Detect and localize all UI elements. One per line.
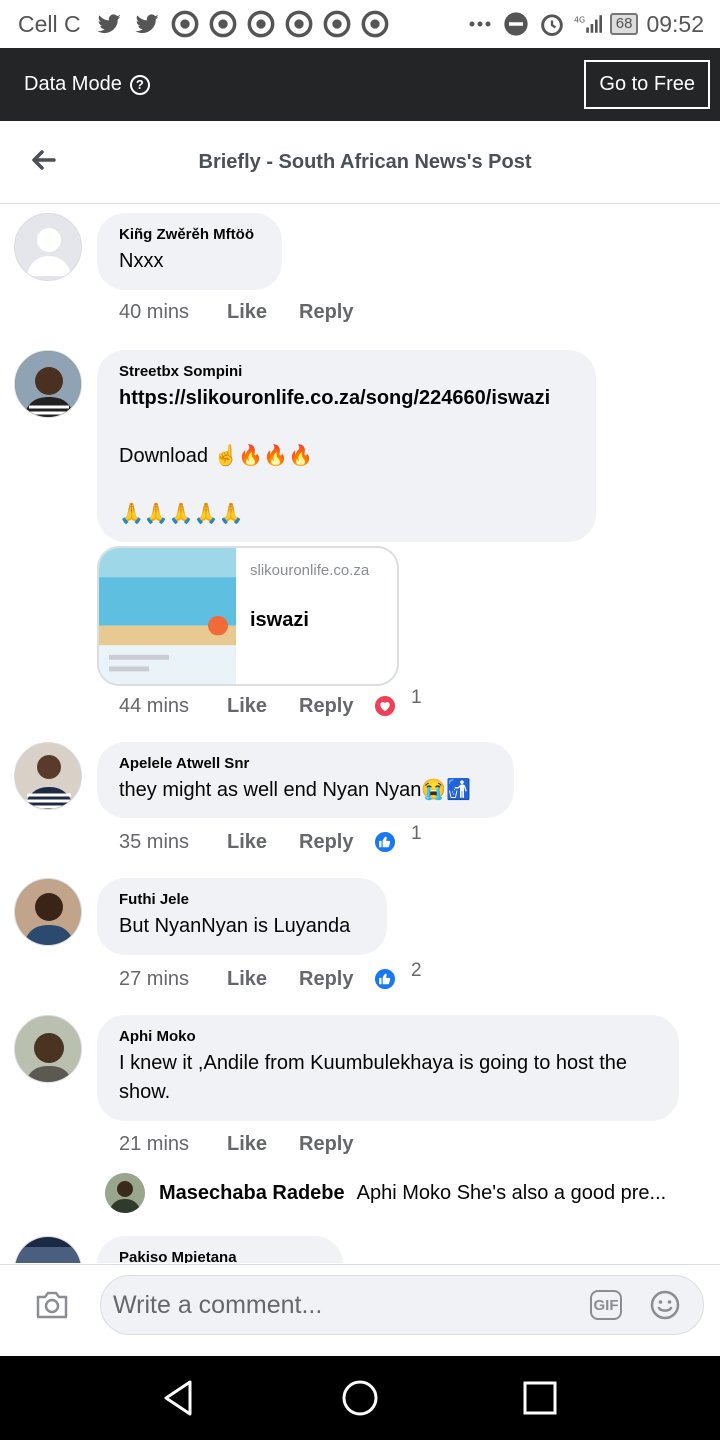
avatar[interactable] [14, 1015, 82, 1083]
page-title: Briefly - South African News's Post [198, 150, 532, 173]
home-circle-icon[interactable] [340, 1378, 380, 1418]
like-button[interactable]: Like [227, 831, 299, 854]
recent-apps-square-icon[interactable] [520, 1378, 560, 1418]
chrome-icon [285, 10, 313, 38]
like-button[interactable]: Like [227, 968, 299, 991]
user-photo-icon [15, 1237, 81, 1263]
comment-time: 40 mins [119, 301, 190, 323]
comment-text: they might as well end Nyan Nyan😭🚮 [119, 779, 472, 801]
twitter-icon [96, 14, 121, 34]
reaction-count[interactable]: 1 [411, 687, 422, 709]
user-photo-icon [15, 879, 81, 945]
comment-author[interactable]: Pakiso Mpietana [119, 1249, 321, 1263]
comment-author[interactable]: Apelele Atwell Snr [119, 755, 492, 772]
comment-time: 21 mins [119, 1133, 190, 1155]
chrome-icon [171, 10, 199, 38]
comment-bubble[interactable]: Streetbx Sompini https://slikouronlife.c… [97, 350, 596, 542]
link-thumbnail [99, 548, 236, 684]
post-header: Briefly - South African News's Post [0, 121, 720, 204]
like-button[interactable]: Like [227, 301, 299, 324]
comment-author[interactable]: Futhi Jele [119, 891, 365, 908]
go-to-free-button[interactable]: Go to Free [584, 60, 710, 109]
like-button[interactable]: Like [227, 1133, 299, 1156]
avatar[interactable] [14, 213, 82, 281]
arrow-left-icon[interactable] [28, 145, 58, 175]
more-dots-icon [469, 21, 491, 27]
twitter-icon [134, 14, 159, 34]
status-bar: Cell C 4G 68 09:52 [0, 0, 720, 48]
reply-button[interactable]: Reply [299, 831, 373, 854]
comment-actions: 40 mins Like Reply [119, 301, 373, 324]
comment-bubble[interactable]: Kiñg Zwěrěh Mftöö Nxxx [97, 213, 282, 290]
comment-time: 35 mins [119, 830, 190, 853]
battery-indicator: 68 [609, 13, 639, 35]
thumbs-up-reaction-icon[interactable] [373, 830, 397, 854]
avatar[interactable] [14, 1236, 82, 1263]
system-nav-bar [0, 1356, 720, 1440]
comment-author[interactable]: Streetbx Sompini [119, 363, 574, 380]
signal-icon: 4G [574, 15, 602, 33]
comment-bubble[interactable]: Apelele Atwell Snr they might as well en… [97, 742, 514, 818]
alarm-icon [540, 14, 563, 36]
user-photo-icon [15, 1016, 81, 1082]
comment-time: 27 mins [119, 967, 190, 990]
reply-preview[interactable]: Masechaba Radebe Aphi Moko She's also a … [105, 1173, 666, 1213]
comment-actions: 35 mins Like Reply 1 [119, 823, 422, 854]
avatar[interactable] [14, 350, 82, 418]
comment-bubble[interactable]: Aphi Moko I knew it ,Andile from Kuumbul… [97, 1015, 679, 1121]
comment-actions: 21 mins Like Reply [119, 1133, 373, 1156]
data-mode-label: Data Mode [24, 73, 122, 95]
chrome-icon [209, 10, 237, 38]
comment-bubble[interactable]: Futhi Jele But NyanNyan is Luyanda [97, 878, 387, 955]
thumbs-up-reaction-icon[interactable] [373, 967, 397, 991]
comment-time: 44 mins [119, 694, 190, 717]
reply-author[interactable]: Masechaba Radebe [159, 1182, 345, 1205]
comment-link[interactable]: https://slikouronlife.co.za/song/224660/… [119, 384, 574, 413]
chrome-icon [247, 10, 275, 38]
comment-text: I knew it ,Andile from Kuumbulekhaya is … [119, 1052, 628, 1103]
comment-actions: 27 mins Like Reply 2 [119, 960, 422, 991]
gif-button[interactable]: GIF [590, 1290, 622, 1320]
question-circle-icon[interactable]: ? [129, 74, 150, 95]
link-title: iswazi [250, 609, 309, 631]
do-not-disturb-icon [504, 12, 528, 36]
emoji-icon[interactable] [649, 1289, 681, 1321]
reply-button[interactable]: Reply [299, 301, 373, 324]
comment-text: But NyanNyan is Luyanda [119, 915, 351, 937]
link-domain: slikouronlife.co.za [250, 562, 370, 579]
reply-button[interactable]: Reply [299, 1133, 373, 1156]
data-mode-bar: Data Mode ? Go to Free [0, 48, 720, 121]
comment-list: Kiñg Zwěrěh Mftöö Nxxx 40 mins Like Repl… [0, 205, 720, 1263]
default-avatar-icon [27, 228, 71, 276]
avatar[interactable] [105, 1173, 145, 1213]
comment-actions: 44 mins Like Reply 1 [119, 687, 422, 718]
comment-text: Download ☝🔥🔥🔥 🙏🙏🙏🙏🙏 [119, 445, 314, 525]
back-triangle-icon[interactable] [160, 1378, 200, 1418]
user-photo-icon [105, 1173, 145, 1213]
clock: 09:52 [646, 10, 704, 37]
chrome-icon [323, 10, 351, 38]
reply-button[interactable]: Reply [299, 968, 373, 991]
comment-text: Nxxx [119, 250, 164, 272]
comment-composer: GIF [0, 1264, 720, 1356]
carrier-label: Cell C [18, 10, 81, 37]
comment-author[interactable]: Aphi Moko [119, 1028, 657, 1045]
chrome-icon [361, 10, 389, 38]
heart-reaction-icon[interactable] [373, 694, 397, 718]
link-preview-card[interactable]: slikouronlife.co.za iswazi [97, 546, 399, 686]
avatar[interactable] [14, 878, 82, 946]
camera-icon[interactable] [34, 1289, 70, 1321]
comment-author[interactable]: Kiñg Zwěrěh Mftöö [119, 226, 260, 243]
like-button[interactable]: Like [227, 695, 299, 718]
comment-bubble[interactable]: Pakiso Mpietana [97, 1236, 343, 1263]
reply-button[interactable]: Reply [299, 695, 373, 718]
reaction-count[interactable]: 1 [411, 823, 422, 845]
avatar[interactable] [14, 742, 82, 810]
svg-text:4G: 4G [574, 15, 585, 24]
reply-text: Aphi Moko She's also a good pre... [356, 1181, 667, 1204]
user-photo-icon [15, 351, 81, 417]
reaction-count[interactable]: 2 [411, 960, 422, 982]
user-photo-icon [15, 743, 81, 809]
